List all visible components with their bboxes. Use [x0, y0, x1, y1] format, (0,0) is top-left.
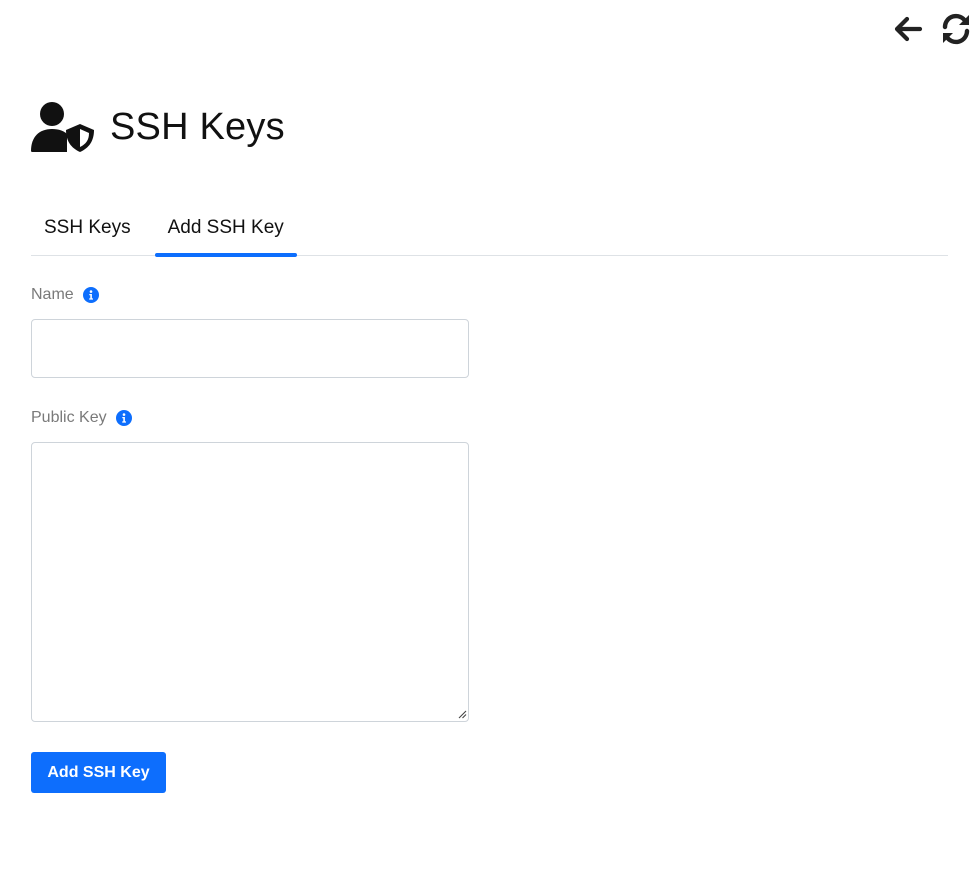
refresh-icon [942, 13, 970, 45]
public-key-textarea[interactable] [31, 442, 469, 722]
back-button[interactable] [891, 12, 925, 46]
arrow-left-icon [894, 16, 923, 42]
resize-handle-icon[interactable] [458, 710, 467, 719]
name-label-text: Name [31, 286, 74, 303]
tab-ssh-keys[interactable]: SSH Keys [31, 203, 144, 255]
tab-add-ssh-key[interactable]: Add SSH Key [154, 203, 297, 257]
public-key-label: Public Key [31, 409, 132, 427]
page: SSH Keys SSH Keys Add SSH Key Name Publi… [0, 0, 979, 877]
page-header: SSH Keys [31, 101, 285, 153]
info-icon[interactable] [115, 410, 132, 426]
refresh-button[interactable] [939, 12, 973, 46]
page-title: SSH Keys [110, 105, 285, 148]
info-glyph [121, 413, 126, 423]
public-key-label-text: Public Key [31, 409, 107, 426]
tab-bar: SSH Keys Add SSH Key [31, 203, 948, 257]
user-shield-icon [31, 102, 94, 152]
toolbar [891, 12, 973, 46]
name-input[interactable] [31, 319, 469, 378]
name-label: Name [31, 286, 99, 304]
add-ssh-key-button[interactable]: Add SSH Key [31, 752, 166, 793]
info-glyph [88, 290, 93, 300]
info-icon[interactable] [82, 287, 99, 303]
